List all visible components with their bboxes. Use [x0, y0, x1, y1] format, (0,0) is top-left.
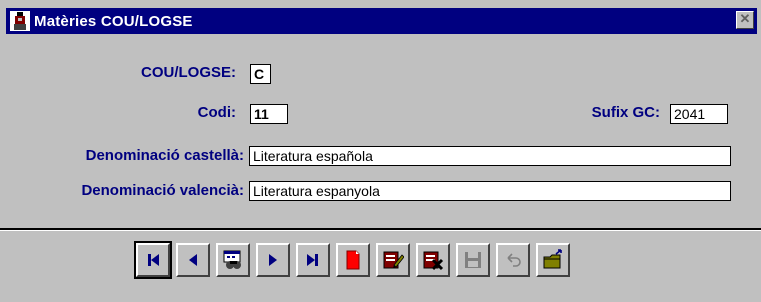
new-record-icon: [346, 250, 360, 270]
cou-logse-label: COU/LOGSE:: [140, 64, 236, 81]
next-record-button[interactable]: [256, 243, 290, 277]
edit-record-button[interactable]: [376, 243, 410, 277]
denominacio-valencia-field[interactable]: Literatura espanyola: [249, 181, 731, 201]
new-record-button[interactable]: [336, 243, 370, 277]
record-toolbar: [134, 241, 570, 283]
edit-record-icon: [383, 251, 404, 269]
next-record-icon: [269, 254, 277, 266]
save-button[interactable]: [456, 243, 490, 277]
cou-logse-field[interactable]: C: [250, 64, 271, 84]
denominacio-castella-label: Denominació castellà:: [85, 147, 244, 164]
undo-button[interactable]: [496, 243, 530, 277]
close-icon: ✕: [739, 11, 751, 26]
previous-record-icon: [189, 254, 197, 266]
exit-icon: [543, 249, 562, 269]
codi-label: Codi:: [197, 104, 236, 121]
separator-highlight: [0, 230, 761, 231]
sufix-gc-field[interactable]: 2041: [670, 104, 728, 124]
save-icon: [465, 252, 481, 268]
first-record-button[interactable]: [134, 241, 172, 279]
app-icon: [10, 11, 30, 31]
sufix-gc-label: Sufix GC:: [591, 104, 660, 121]
find-icon: [223, 250, 241, 269]
exit-button[interactable]: [536, 243, 570, 277]
close-button[interactable]: ✕: [736, 11, 754, 29]
last-record-button[interactable]: [296, 243, 330, 277]
denominacio-castella-field[interactable]: Literatura española: [249, 146, 731, 166]
previous-record-button[interactable]: [176, 243, 210, 277]
undo-icon: [507, 253, 521, 267]
app-window: Matèries COU/LOGSE ✕ COU/LOGSE: C Codi: …: [0, 0, 761, 302]
last-record-icon: [307, 254, 318, 266]
delete-record-icon: [423, 251, 444, 271]
first-record-icon: [148, 254, 159, 266]
find-button[interactable]: [216, 243, 250, 277]
delete-record-button[interactable]: [416, 243, 450, 277]
denominacio-valencia-label: Denominació valencià:: [81, 182, 244, 199]
title-bar: Matèries COU/LOGSE ✕: [6, 8, 757, 34]
window-title: Matèries COU/LOGSE: [34, 12, 193, 30]
codi-field[interactable]: 11: [250, 104, 288, 124]
